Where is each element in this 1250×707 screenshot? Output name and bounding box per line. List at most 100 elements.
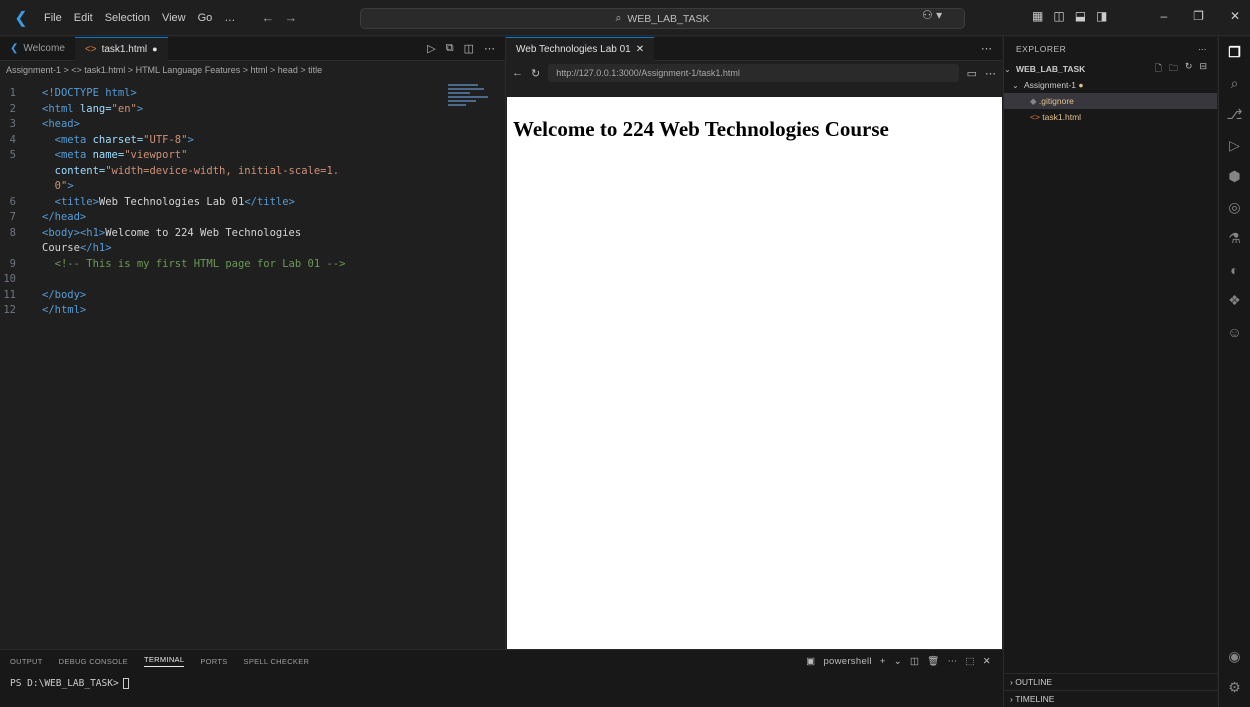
layout-controls: ▦ ◫ ⬓ ◨	[1032, 9, 1107, 23]
terminal-output[interactable]: PS D:\WEB_LAB_TASK>	[0, 672, 1003, 695]
menu-file[interactable]: File	[38, 12, 68, 24]
tab-welcome-label: Welcome	[23, 43, 65, 54]
code-line: 0">	[54, 180, 74, 192]
search-icon: ⌕	[615, 12, 622, 24]
collapse-all-icon[interactable]: ⊟	[1199, 61, 1207, 77]
panel-tabs: OUTPUT DEBUG CONSOLE TERMINAL PORTS SPEL…	[0, 650, 1003, 672]
source-control-icon[interactable]: ⎇	[1226, 99, 1242, 130]
tab-welcome[interactable]: ❮ Welcome	[0, 37, 75, 61]
breadcrumb[interactable]: Assignment-1 > <> task1.html > HTML Lang…	[0, 61, 505, 79]
remote-explorer-icon[interactable]: ◎	[1228, 192, 1240, 223]
search-icon[interactable]: ⌕	[1231, 68, 1239, 99]
copilot-icon[interactable]: ⚇ ▾	[922, 8, 942, 22]
python-icon[interactable]: ❖	[1228, 285, 1241, 316]
chat-icon[interactable]: ☺	[1227, 316, 1241, 347]
address-bar: ← ↻ http://127.0.0.1:3000/Assignment-1/t…	[506, 61, 1002, 85]
window-controls: – ❐ ✕	[1160, 9, 1240, 23]
code-line: Course</h1>	[42, 242, 112, 254]
modified-dot-icon: ●	[1075, 80, 1084, 90]
tab-preview[interactable]: Web Technologies Lab 01 ✕	[506, 36, 655, 61]
file-label: .gitignore	[1038, 96, 1074, 106]
explorer-icon[interactable]: ❐	[1228, 37, 1241, 68]
file-task1-html[interactable]: <> task1.html	[1004, 109, 1217, 125]
minimize-icon[interactable]: –	[1160, 9, 1167, 23]
close-panel-icon[interactable]: ✕	[983, 656, 991, 667]
split-editor-icon[interactable]: ◫	[464, 42, 474, 55]
menu-go[interactable]: Go	[192, 12, 219, 24]
edge-devtools-icon[interactable]: ◐	[1230, 254, 1238, 285]
code-area[interactable]: 1 <!DOCTYPE html> 2 <html lang="en"> 3 <hea…	[0, 86, 505, 319]
run-debug-icon[interactable]: ▷	[1229, 130, 1240, 161]
menu-bar: File Edit Selection View Go …	[38, 12, 241, 24]
activity-bar: ❐ ⌕ ⎇ ▷ ⬢ ◎ ⚗ ◐ ❖ ☺ ◉ ⚙	[1218, 37, 1250, 707]
split-terminal-icon[interactable]: ◫	[910, 656, 919, 667]
shell-name[interactable]: powershell	[823, 656, 871, 667]
refresh-icon[interactable]: ↻	[531, 67, 540, 80]
back-arrow-icon[interactable]: ←	[261, 10, 274, 25]
bottom-panel: OUTPUT DEBUG CONSOLE TERMINAL PORTS SPEL…	[0, 649, 1003, 707]
code-line: 2 <html lang="en">	[9, 102, 144, 115]
tab-task1-html[interactable]: <> task1.html ●	[74, 36, 168, 61]
tab-terminal[interactable]: TERMINAL	[143, 655, 185, 667]
outline-section[interactable]: › OUTLINE	[1004, 673, 1218, 690]
terminal-icon: ▣	[806, 655, 816, 667]
code-line: content="width=device-width, initial-sca…	[54, 164, 340, 177]
chevron-down-icon[interactable]: ⌄	[894, 656, 902, 667]
url-input[interactable]: http://127.0.0.1:3000/Assignment-1/task1…	[548, 64, 959, 82]
extensions-icon[interactable]: ⬢	[1228, 161, 1240, 192]
back-icon[interactable]: ←	[512, 67, 523, 79]
unsaved-dot-icon[interactable]: ●	[152, 44, 157, 54]
new-folder-icon[interactable]: 🗀	[1169, 61, 1178, 77]
folder-assignment-1[interactable]: ⌄ Assignment-1 ●	[1004, 77, 1217, 93]
nav-arrows: ← →	[261, 10, 297, 25]
tab-task1-label: task1.html	[101, 43, 148, 55]
customize-layout-icon[interactable]: ▦	[1032, 9, 1043, 23]
timeline-section[interactable]: › TIMELINE	[1004, 690, 1218, 707]
tab-debug-console[interactable]: DEBUG CONSOLE	[59, 657, 128, 666]
maximize-panel-icon[interactable]: ⬚	[965, 656, 974, 667]
code-line: 1 <!DOCTYPE html>	[9, 87, 137, 99]
toggle-secondary-sidebar-icon[interactable]: ◨	[1096, 9, 1107, 23]
workspace-root[interactable]: ⌄ WEB_LAB_TASK 🗋 🗀 ↻ ⊟	[1004, 61, 1217, 77]
preview-tabs: Web Technologies Lab 01 ✕ ⋯	[506, 36, 1002, 61]
forward-arrow-icon[interactable]: →	[284, 10, 297, 25]
more-actions-icon[interactable]: ⋯	[484, 42, 495, 55]
close-icon[interactable]: ✕	[1230, 9, 1240, 23]
terminal-actions: ▣ powershell + ⌄ ◫ 🗑 ⋯ ⬚ ✕	[806, 656, 1003, 667]
terminal-prompt: PS D:\WEB_LAB_TASK>	[10, 678, 119, 689]
tab-ports[interactable]: PORTS	[200, 657, 227, 666]
more-actions-icon[interactable]: ⋯	[948, 656, 958, 667]
explorer-more-icon[interactable]: ⋯	[1198, 44, 1217, 55]
tab-spell-checker[interactable]: SPELL CHECKER	[244, 657, 310, 666]
outline-label: OUTLINE	[1015, 677, 1053, 687]
menu-edit[interactable]: Edit	[68, 12, 99, 24]
command-center-search[interactable]: ⌕ WEB_LAB_TASK	[360, 8, 965, 29]
code-line: 12 </html>	[3, 304, 87, 316]
file-gitignore[interactable]: ◆ .gitignore	[1004, 93, 1217, 109]
file-label: task1.html	[1042, 112, 1082, 122]
testing-icon[interactable]: ⚗	[1228, 223, 1241, 254]
new-terminal-icon[interactable]: +	[880, 656, 886, 667]
rendered-page: Welcome to 224 Web Technologies Course	[507, 97, 1002, 649]
url-text: http://127.0.0.1:3000/Assignment-1/task1…	[556, 68, 740, 78]
restore-icon[interactable]: ❐	[1193, 9, 1204, 23]
device-icon[interactable]: ▭	[967, 67, 977, 80]
refresh-icon[interactable]: ↻	[1185, 61, 1193, 77]
run-icon[interactable]: ▷	[427, 42, 435, 55]
new-file-icon[interactable]: 🗋	[1155, 61, 1162, 77]
menu-more[interactable]: …	[218, 12, 241, 24]
trash-icon[interactable]: 🗑	[927, 656, 939, 667]
editor-pane: ❮ Welcome <> task1.html ● ▷ ⧉ ◫ ⋯ Assign…	[0, 36, 505, 649]
toggle-primary-sidebar-icon[interactable]: ◫	[1053, 9, 1064, 23]
more-icon[interactable]: ⋯	[985, 67, 996, 80]
toggle-panel-icon[interactable]: ⬓	[1075, 9, 1086, 23]
tab-output[interactable]: OUTPUT	[10, 657, 43, 666]
menu-view[interactable]: View	[156, 12, 192, 24]
accounts-icon[interactable]: ◉	[1228, 641, 1240, 672]
more-actions-icon[interactable]: ⋯	[981, 42, 992, 55]
settings-gear-icon[interactable]: ⚙	[1228, 672, 1241, 703]
close-tab-icon[interactable]: ✕	[636, 44, 644, 55]
open-preview-icon[interactable]: ⧉	[446, 42, 454, 55]
breadcrumb-path: Assignment-1 > <> task1.html > HTML Lang…	[6, 65, 323, 75]
menu-selection[interactable]: Selection	[99, 12, 156, 24]
